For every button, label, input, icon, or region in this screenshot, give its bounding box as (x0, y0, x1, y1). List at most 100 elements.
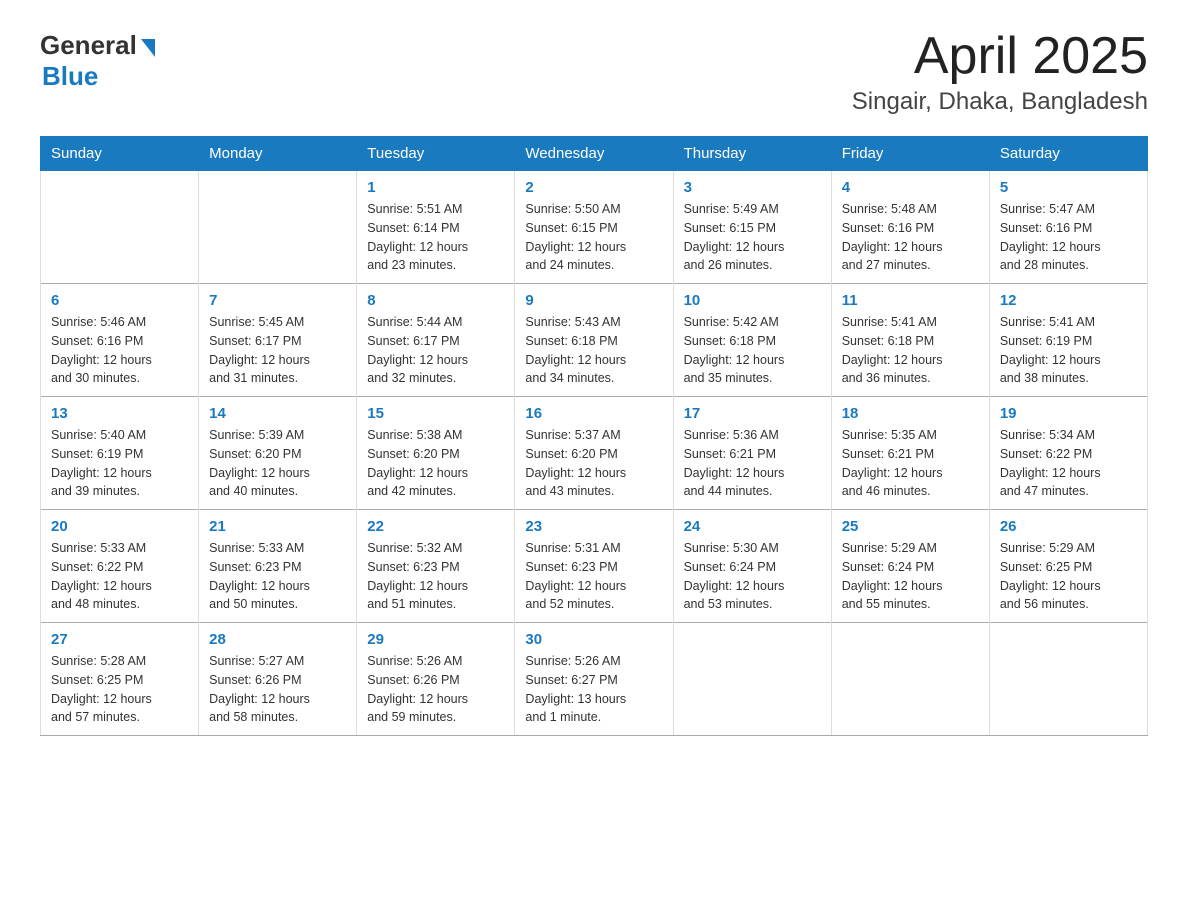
day-info: Sunrise: 5:32 AM Sunset: 6:23 PM Dayligh… (367, 539, 504, 614)
day-number: 1 (367, 179, 504, 196)
day-info: Sunrise: 5:40 AM Sunset: 6:19 PM Dayligh… (51, 426, 188, 501)
day-cell: 26Sunrise: 5:29 AM Sunset: 6:25 PM Dayli… (989, 510, 1147, 623)
day-info: Sunrise: 5:26 AM Sunset: 6:26 PM Dayligh… (367, 652, 504, 727)
day-number: 3 (684, 179, 821, 196)
day-number: 9 (525, 292, 662, 309)
day-info: Sunrise: 5:33 AM Sunset: 6:22 PM Dayligh… (51, 539, 188, 614)
day-cell: 23 Sunrise: 5:31 AM Sunset: 6:23 PM Dayli… (515, 510, 673, 623)
week-row-2: 6 Sunrise: 5:46 AM Sunset: 6:16 PM Daylig… (41, 284, 1148, 397)
page-header: General Blue April 2025 Singair, Dhaka, … (40, 30, 1148, 116)
day-number: 24 (684, 518, 821, 535)
day-number: 11 (842, 292, 979, 309)
day-cell (673, 623, 831, 736)
day-info: Sunrise: 5:39 AM Sunset: 6:20 PM Dayligh… (209, 426, 346, 501)
header-cell-friday: Friday (831, 137, 989, 171)
day-number: 2 (525, 179, 662, 196)
day-number: 25 (842, 518, 979, 535)
day-cell: 12Sunrise: 5:41 AM Sunset: 6:19 PM Dayli… (989, 284, 1147, 397)
logo-general-text: General (40, 30, 137, 61)
day-info: Sunrise: 5:49 AM Sunset: 6:15 PM Dayligh… (684, 200, 821, 275)
day-cell (831, 623, 989, 736)
day-number: 15 (367, 405, 504, 422)
day-cell: 9 Sunrise: 5:43 AM Sunset: 6:18 PM Daylig… (515, 284, 673, 397)
day-number: 28 (209, 631, 346, 648)
day-number: 23 (525, 518, 662, 535)
day-cell (41, 171, 199, 284)
day-cell: 8 Sunrise: 5:44 AM Sunset: 6:17 PM Daylig… (357, 284, 515, 397)
day-info: Sunrise: 5:37 AM Sunset: 6:20 PM Dayligh… (525, 426, 662, 501)
header-cell-sunday: Sunday (41, 137, 199, 171)
day-info: Sunrise: 5:30 AM Sunset: 6:24 PM Dayligh… (684, 539, 821, 614)
week-row-4: 20 Sunrise: 5:33 AM Sunset: 6:22 PM Dayli… (41, 510, 1148, 623)
day-cell: 6 Sunrise: 5:46 AM Sunset: 6:16 PM Daylig… (41, 284, 199, 397)
day-number: 8 (367, 292, 504, 309)
day-cell: 28 Sunrise: 5:27 AM Sunset: 6:26 PM Dayli… (199, 623, 357, 736)
day-number: 26 (1000, 518, 1137, 535)
day-cell: 30 Sunrise: 5:26 AM Sunset: 6:27 PM Dayli… (515, 623, 673, 736)
header-cell-saturday: Saturday (989, 137, 1147, 171)
calendar-table: SundayMondayTuesdayWednesdayThursdayFrid… (40, 136, 1148, 736)
week-row-1: 1 Sunrise: 5:51 AM Sunset: 6:14 PM Daylig… (41, 171, 1148, 284)
day-cell: 14Sunrise: 5:39 AM Sunset: 6:20 PM Dayli… (199, 397, 357, 510)
header-cell-tuesday: Tuesday (357, 137, 515, 171)
day-info: Sunrise: 5:35 AM Sunset: 6:21 PM Dayligh… (842, 426, 979, 501)
day-info: Sunrise: 5:45 AM Sunset: 6:17 PM Dayligh… (209, 313, 346, 388)
page-title: April 2025 (852, 30, 1148, 82)
day-number: 6 (51, 292, 188, 309)
day-cell: 10Sunrise: 5:42 AM Sunset: 6:18 PM Dayli… (673, 284, 831, 397)
day-info: Sunrise: 5:33 AM Sunset: 6:23 PM Dayligh… (209, 539, 346, 614)
day-cell: 7 Sunrise: 5:45 AM Sunset: 6:17 PM Daylig… (199, 284, 357, 397)
day-number: 21 (209, 518, 346, 535)
day-info: Sunrise: 5:50 AM Sunset: 6:15 PM Dayligh… (525, 200, 662, 275)
day-info: Sunrise: 5:36 AM Sunset: 6:21 PM Dayligh… (684, 426, 821, 501)
day-info: Sunrise: 5:47 AM Sunset: 6:16 PM Dayligh… (1000, 200, 1137, 275)
day-number: 19 (1000, 405, 1137, 422)
calendar-body: 1 Sunrise: 5:51 AM Sunset: 6:14 PM Daylig… (41, 171, 1148, 736)
day-number: 7 (209, 292, 346, 309)
day-number: 20 (51, 518, 188, 535)
day-number: 22 (367, 518, 504, 535)
day-number: 16 (525, 405, 662, 422)
day-info: Sunrise: 5:29 AM Sunset: 6:24 PM Dayligh… (842, 539, 979, 614)
day-info: Sunrise: 5:43 AM Sunset: 6:18 PM Dayligh… (525, 313, 662, 388)
header-row: SundayMondayTuesdayWednesdayThursdayFrid… (41, 137, 1148, 171)
day-number: 5 (1000, 179, 1137, 196)
header-cell-thursday: Thursday (673, 137, 831, 171)
day-info: Sunrise: 5:44 AM Sunset: 6:17 PM Dayligh… (367, 313, 504, 388)
day-number: 27 (51, 631, 188, 648)
day-number: 12 (1000, 292, 1137, 309)
day-info: Sunrise: 5:51 AM Sunset: 6:14 PM Dayligh… (367, 200, 504, 275)
day-cell: 13 Sunrise: 5:40 AM Sunset: 6:19 PM Dayli… (41, 397, 199, 510)
day-cell: 16 Sunrise: 5:37 AM Sunset: 6:20 PM Dayli… (515, 397, 673, 510)
day-number: 30 (525, 631, 662, 648)
day-cell: 20 Sunrise: 5:33 AM Sunset: 6:22 PM Dayli… (41, 510, 199, 623)
day-info: Sunrise: 5:27 AM Sunset: 6:26 PM Dayligh… (209, 652, 346, 727)
day-cell: 24 Sunrise: 5:30 AM Sunset: 6:24 PM Dayli… (673, 510, 831, 623)
day-info: Sunrise: 5:46 AM Sunset: 6:16 PM Dayligh… (51, 313, 188, 388)
day-number: 4 (842, 179, 979, 196)
day-cell: 2 Sunrise: 5:50 AM Sunset: 6:15 PM Daylig… (515, 171, 673, 284)
day-cell: 25 Sunrise: 5:29 AM Sunset: 6:24 PM Dayli… (831, 510, 989, 623)
calendar-header: SundayMondayTuesdayWednesdayThursdayFrid… (41, 137, 1148, 171)
day-number: 13 (51, 405, 188, 422)
title-block: April 2025 Singair, Dhaka, Bangladesh (852, 30, 1148, 116)
day-info: Sunrise: 5:42 AM Sunset: 6:18 PM Dayligh… (684, 313, 821, 388)
day-cell: 21 Sunrise: 5:33 AM Sunset: 6:23 PM Dayli… (199, 510, 357, 623)
day-number: 29 (367, 631, 504, 648)
day-info: Sunrise: 5:34 AM Sunset: 6:22 PM Dayligh… (1000, 426, 1137, 501)
day-info: Sunrise: 5:28 AM Sunset: 6:25 PM Dayligh… (51, 652, 188, 727)
day-cell: 27 Sunrise: 5:28 AM Sunset: 6:25 PM Dayli… (41, 623, 199, 736)
day-info: Sunrise: 5:31 AM Sunset: 6:23 PM Dayligh… (525, 539, 662, 614)
day-cell: 11Sunrise: 5:41 AM Sunset: 6:18 PM Dayli… (831, 284, 989, 397)
logo: General Blue (40, 30, 155, 92)
day-info: Sunrise: 5:48 AM Sunset: 6:16 PM Dayligh… (842, 200, 979, 275)
day-cell (989, 623, 1147, 736)
day-cell: 18Sunrise: 5:35 AM Sunset: 6:21 PM Dayli… (831, 397, 989, 510)
day-cell: 15Sunrise: 5:38 AM Sunset: 6:20 PM Dayli… (357, 397, 515, 510)
day-info: Sunrise: 5:26 AM Sunset: 6:27 PM Dayligh… (525, 652, 662, 727)
day-number: 17 (684, 405, 821, 422)
day-cell: 19 Sunrise: 5:34 AM Sunset: 6:22 PM Dayli… (989, 397, 1147, 510)
day-cell: 22 Sunrise: 5:32 AM Sunset: 6:23 PM Dayli… (357, 510, 515, 623)
week-row-3: 13 Sunrise: 5:40 AM Sunset: 6:19 PM Dayli… (41, 397, 1148, 510)
logo-arrow-icon (141, 39, 155, 57)
